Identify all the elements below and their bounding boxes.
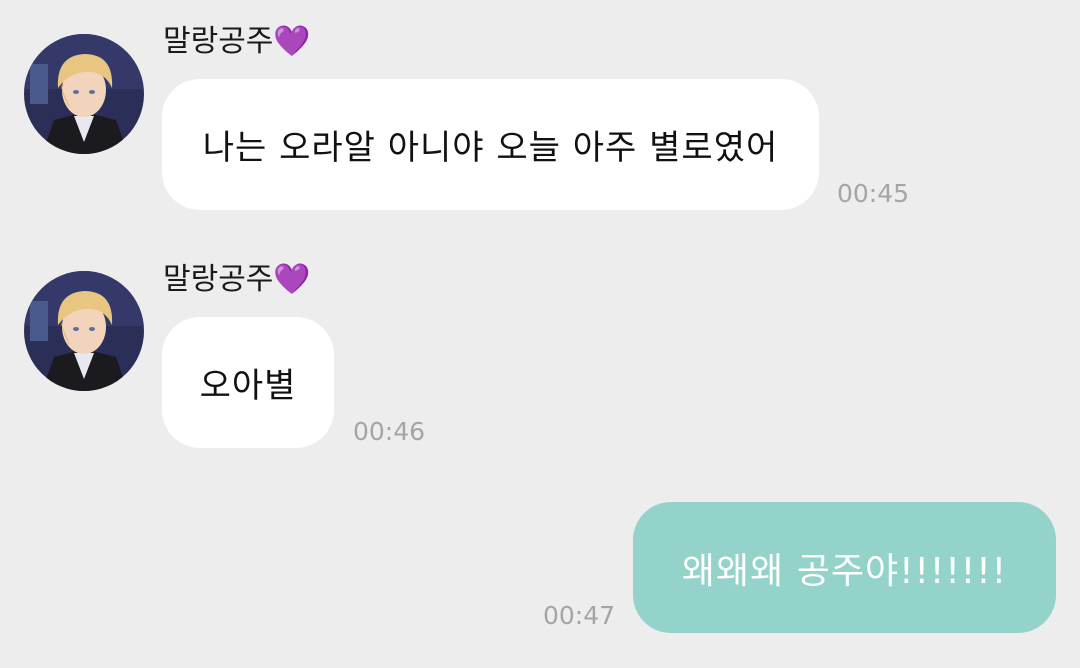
message-text: 오아별 <box>199 366 297 406</box>
avatar[interactable] <box>24 34 144 154</box>
sender-name: 말랑공주💜 <box>163 262 311 297</box>
message-time: 00:46 <box>353 417 426 446</box>
message-time: 00:47 <box>543 601 616 630</box>
sender-name: 말랑공주💜 <box>163 24 311 59</box>
avatar[interactable] <box>24 271 144 391</box>
message-bubble[interactable]: 나는 오라알 아니야 오늘 아주 별로였어 <box>162 79 819 210</box>
message-text: 왜왜왜 공주야!!!!!!! <box>681 550 1008 592</box>
message-text: 나는 오라알 아니야 오늘 아주 별로였어 <box>202 128 779 168</box>
message-time: 00:45 <box>837 179 910 208</box>
message-bubble[interactable]: 오아별 <box>162 317 334 448</box>
message-bubble[interactable]: 왜왜왜 공주야!!!!!!! <box>633 502 1056 633</box>
